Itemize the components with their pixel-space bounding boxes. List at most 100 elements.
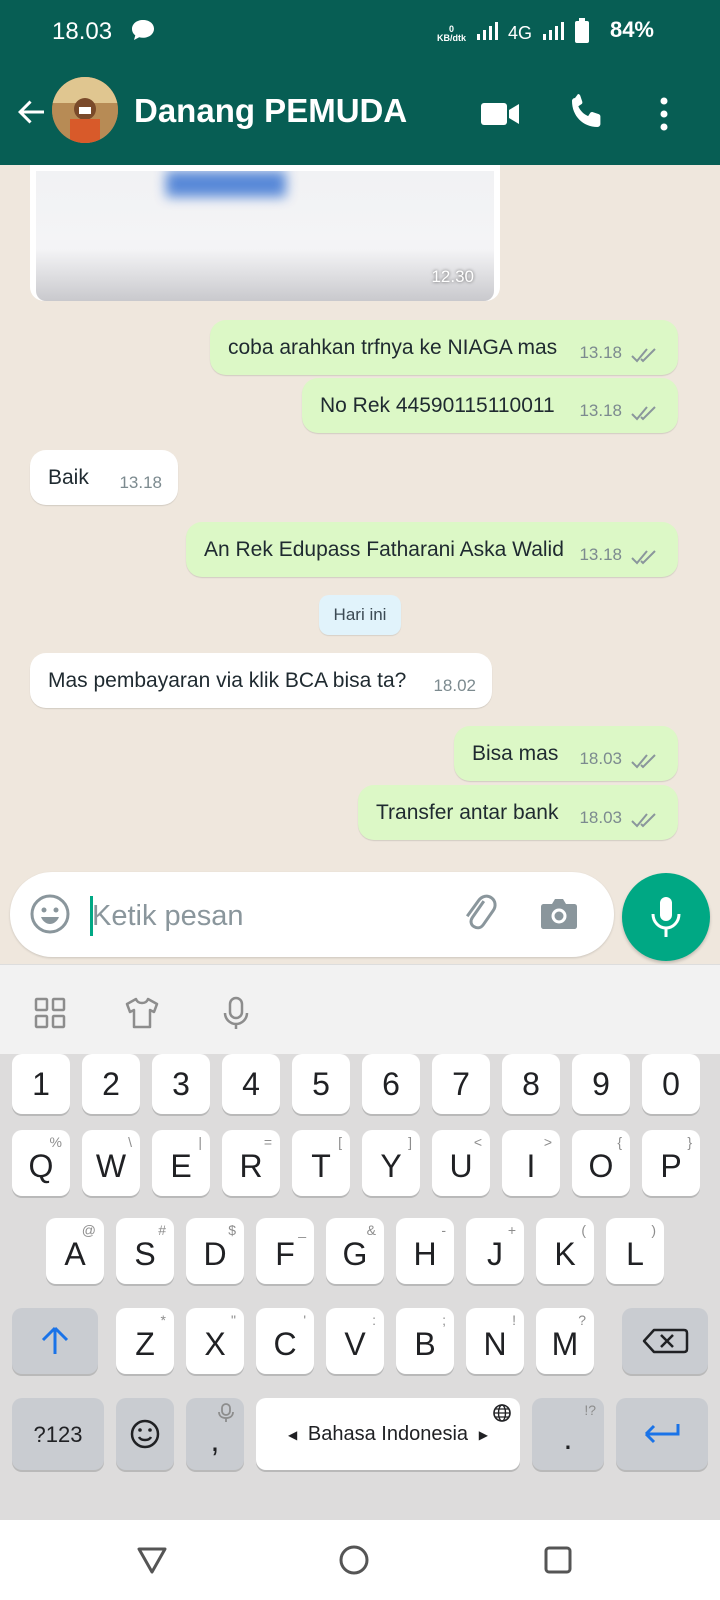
chat-area[interactable]: 12.30 coba arahkan trfnya ke NIAGA mas 1… [0,165,720,865]
key-j[interactable]: + J [466,1218,524,1284]
key-c[interactable]: ' C [256,1308,314,1374]
key-s[interactable]: # S [116,1218,174,1284]
key-6[interactable]: 6 [362,1054,420,1114]
theme-shirt-icon[interactable] [122,993,162,1033]
battery-percent: 84% [609,17,654,42]
read-receipt-icon [631,550,656,565]
enter-icon [644,1424,680,1444]
composer-row [0,865,720,964]
message-time: 18.03 [579,808,622,827]
message-input[interactable] [90,896,450,936]
status-bar: 18.03 0 KB/dtk 4G 84% [0,0,720,64]
message-time: 13.18 [119,473,162,492]
backspace-key[interactable] [622,1308,708,1374]
emoji-key[interactable] [116,1398,174,1470]
key-3[interactable]: 3 [152,1054,210,1114]
apps-grid-icon[interactable] [30,993,70,1033]
key-y[interactable]: ] Y [362,1130,420,1196]
symbols-key[interactable]: ?123 [12,1398,104,1470]
key-4[interactable]: 4 [222,1054,280,1114]
composer-pill [10,872,614,957]
key-8[interactable]: 8 [502,1054,560,1114]
attach-icon[interactable] [458,892,502,936]
enter-key[interactable] [616,1398,708,1470]
message-time: 12.30 [431,267,474,286]
message-time: 18.03 [579,749,622,768]
language-next-arrow-icon: ▶ [478,1428,488,1442]
image-message[interactable]: 12.30 [30,165,500,301]
key-7[interactable]: 7 [432,1054,490,1114]
phone-call-icon[interactable] [566,92,610,136]
key-x[interactable]: " X [186,1308,244,1374]
key-o[interactable]: {O [572,1130,630,1196]
message-bubble-incoming[interactable]: Mas pembayaran via klik BCA bisa ta? 18.… [30,653,492,708]
back-nav-icon[interactable] [132,1540,172,1580]
period-key[interactable]: !? . [532,1398,604,1470]
key-f[interactable]: _ F [256,1218,314,1284]
comma-key[interactable]: , [186,1398,244,1470]
key-n[interactable]: ! N [466,1308,524,1374]
shift-key[interactable] [12,1308,98,1374]
message-notification-icon [130,18,156,47]
image-blur [166,171,286,197]
back-arrow-icon[interactable] [14,94,50,130]
key-0[interactable]: 0 [642,1054,700,1114]
key-e[interactable]: | E [152,1130,210,1196]
recents-nav-icon[interactable] [538,1540,578,1580]
space-key[interactable]: ◀ Bahasa Indonesia ▶ [256,1398,520,1470]
home-nav-icon[interactable] [334,1540,374,1580]
status-time: 18.03 [52,18,113,45]
message-bubble-outgoing[interactable]: No Rek 44590115110011 13.18 [302,378,678,433]
read-receipt-icon [631,406,656,421]
key-q[interactable]: % Q [12,1130,70,1196]
message-bubble-outgoing[interactable]: Bisa mas 18.03 [454,726,678,781]
key-d[interactable]: $ D [186,1218,244,1284]
key-r[interactable]: = R [222,1130,280,1196]
key-5[interactable]: 5 [292,1054,350,1114]
key-b[interactable]: ; B [396,1308,454,1374]
key-g[interactable]: & G [326,1218,384,1284]
backspace-icon [642,1328,689,1354]
key-m[interactable]: ? M [536,1308,594,1374]
emoji-icon[interactable] [28,892,72,936]
image-thumbnail[interactable]: 12.30 [36,171,494,301]
network-speed: 0 KB/dtk [436,23,466,43]
key-2[interactable]: 2 [82,1054,140,1114]
network-type: 4G [507,23,532,43]
battery-icon [574,18,590,49]
keyboard-toolbar [0,964,720,1054]
key-t[interactable]: [T [292,1130,350,1196]
key-a[interactable]: @ A [46,1218,104,1284]
key-k[interactable]: (K [536,1218,594,1284]
key-w[interactable]: \ W [82,1130,140,1196]
message-bubble-incoming[interactable]: Baik 13.18 [30,450,178,505]
key-p[interactable]: } P [642,1130,700,1196]
voice-input-icon[interactable] [216,993,256,1033]
mic-small-icon [218,1403,234,1422]
mic-icon [651,897,681,937]
camera-icon[interactable] [536,892,582,936]
message-text: Mas pembayaran via klik BCA bisa ta? [48,669,407,692]
key-h[interactable]: -H [396,1218,454,1284]
read-receipt-icon [631,348,656,363]
key-1[interactable]: 1 [12,1054,70,1114]
message-time: 18.02 [433,676,476,695]
globe-icon [493,1404,511,1422]
message-bubble-outgoing[interactable]: Transfer antar bank 18.03 [358,785,678,840]
chat-header: Danang PEMUDA [0,64,720,165]
message-bubble-outgoing[interactable]: coba arahkan trfnya ke NIAGA mas 13.18 [210,320,678,375]
message-text: Baik [48,466,89,489]
more-options-icon[interactable] [642,92,686,136]
key-u[interactable]: < U [432,1130,490,1196]
voice-message-button[interactable] [622,873,710,961]
key-z[interactable]: * Z [116,1308,174,1374]
video-call-icon[interactable] [478,92,522,136]
key-i[interactable]: > I [502,1130,560,1196]
key-l[interactable]: ) L [606,1218,664,1284]
contact-name[interactable]: Danang PEMUDA [134,92,407,130]
system-nav-bar [0,1520,720,1600]
avatar[interactable] [52,77,118,143]
message-bubble-outgoing[interactable]: An Rek Edupass Fatharani Aska Walid 13.1… [186,522,678,577]
key-v[interactable]: :V [326,1308,384,1374]
key-9[interactable]: 9 [572,1054,630,1114]
